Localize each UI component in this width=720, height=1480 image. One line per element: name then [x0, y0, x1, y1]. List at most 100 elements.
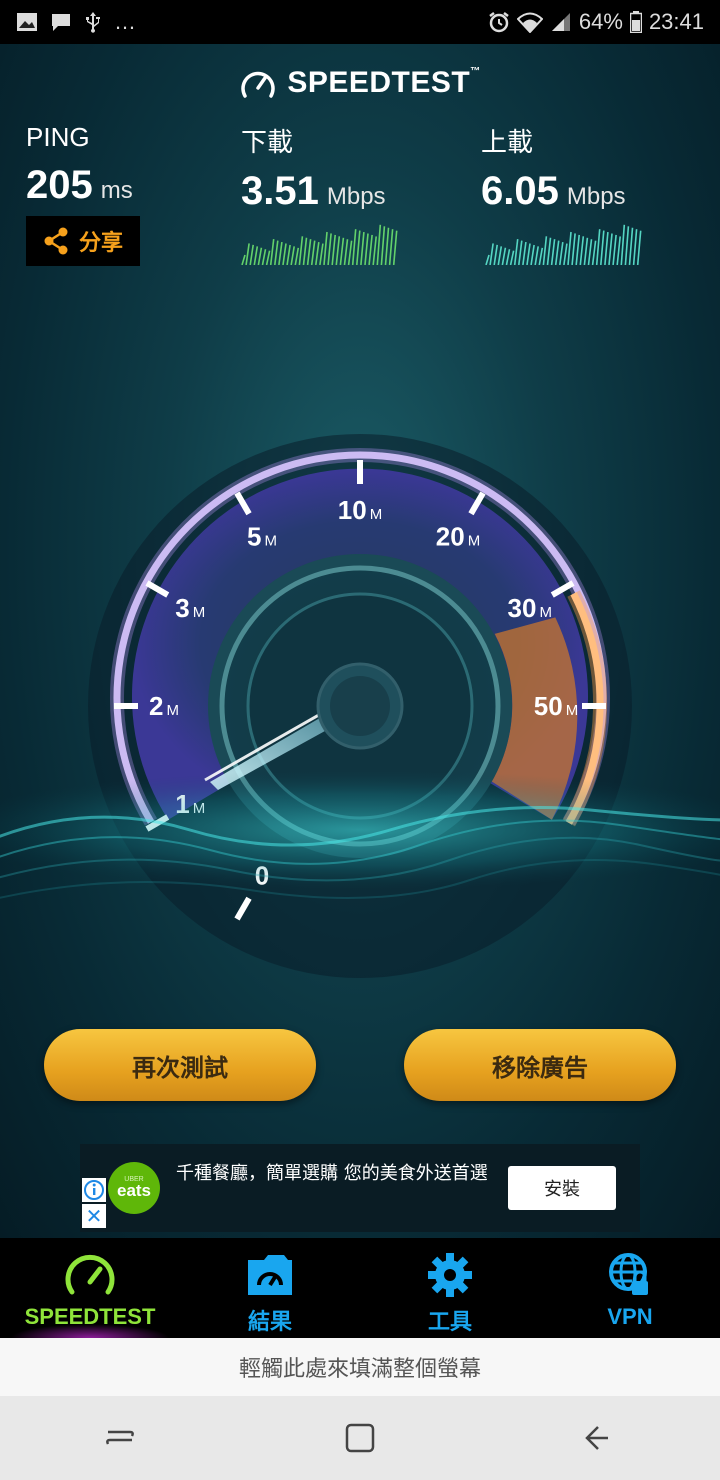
fullscreen-hint[interactable]: 輕觸此處來填滿整個螢幕: [0, 1338, 720, 1396]
sparkline-bar: [493, 244, 498, 265]
sparkline-bar: [364, 233, 369, 265]
sparkline-bar: [513, 239, 519, 265]
sparkline-bar: [310, 240, 316, 265]
sparkline-bar: [351, 229, 357, 265]
sparkline-bar: [392, 230, 398, 265]
back-icon[interactable]: [580, 1418, 620, 1458]
upload-label: 上載: [481, 127, 534, 157]
sparkline-bar: [380, 226, 386, 265]
ping-value: 205: [26, 163, 93, 207]
tab-speedtest[interactable]: SPEEDTEST: [0, 1238, 180, 1338]
ad-close-button[interactable]: ✕: [82, 1204, 106, 1228]
sparkline-bar: [282, 243, 287, 265]
sparkline-bar: [376, 224, 382, 265]
upload-value: 6.05: [481, 169, 559, 213]
home-icon[interactable]: [340, 1418, 380, 1458]
download-stat: 下載 3.51 Mbps: [241, 122, 386, 214]
ad-info-button[interactable]: [82, 1178, 106, 1202]
sparkline-bar: [509, 250, 515, 265]
sparkline-bar: [542, 236, 548, 265]
tab-vpn-label: VPN: [607, 1304, 653, 1329]
sparkline-bar: [636, 230, 642, 265]
sparkline-bar: [600, 230, 605, 265]
sparkline-bar: [526, 243, 531, 265]
sparkline-bar: [335, 236, 341, 265]
sparkline-bar: [550, 239, 556, 265]
ping-unit: ms: [100, 177, 133, 204]
ad-brand: eats: [116, 1180, 152, 1200]
sparkline-bar: [331, 234, 336, 265]
sparkline-bar: [579, 236, 585, 265]
sparkline-bar: [587, 239, 593, 265]
info-icon: [84, 1180, 104, 1200]
remove-ads-button[interactable]: 移除廣告: [404, 1029, 676, 1101]
alarm-icon: [489, 12, 509, 33]
sparkline-bar: [278, 241, 283, 265]
download-sparkline: [241, 224, 398, 265]
sparkline-bar: [538, 247, 544, 265]
ad-brand-logo: UBER eats: [108, 1162, 160, 1214]
speedometer-icon: [65, 1254, 115, 1295]
sparkline-bar: [294, 247, 300, 265]
download-label: 下載: [241, 127, 294, 157]
sparkline-bar: [571, 233, 576, 265]
tab-results[interactable]: 結果: [180, 1238, 360, 1338]
upload-unit: Mbps: [566, 183, 626, 210]
sparkline-bar: [327, 233, 332, 265]
sparkline-bar: [575, 234, 580, 265]
download-unit: Mbps: [326, 183, 386, 210]
sparkline-bar: [269, 239, 275, 265]
sparkline-bar: [546, 237, 552, 265]
sparkline-bar: [604, 231, 609, 265]
sparkline-bar: [583, 237, 589, 265]
recent-apps-icon[interactable]: [100, 1418, 140, 1458]
ping-stat: PING 205 ms: [26, 122, 133, 208]
retest-button[interactable]: 再次測試: [44, 1029, 316, 1101]
sparkline-bar: [591, 240, 597, 265]
results-icon: [248, 1255, 292, 1295]
tab-speedtest-label: SPEEDTEST: [24, 1304, 156, 1329]
sparkline-bar: [339, 237, 345, 265]
sparkline-bar: [360, 231, 365, 265]
tab-vpn[interactable]: VPN: [540, 1238, 720, 1338]
sparkline-bar: [485, 254, 490, 265]
sparkline-bar: [274, 240, 279, 265]
sparkline-bar: [632, 229, 638, 265]
ad-text: 千種餐廳，簡單選購 您的美食外送首選: [176, 1163, 488, 1184]
wifi-icon: [516, 12, 543, 33]
sparkline-bar: [315, 241, 320, 265]
sparkline-bar: [620, 224, 626, 265]
sparkline-bar: [249, 244, 254, 265]
more-notifications-indicator: …: [114, 9, 136, 34]
sparkline-bar: [489, 243, 494, 265]
sparkline-bar: [554, 240, 560, 265]
sparkline-bar: [306, 239, 312, 265]
gallery-notification-icon: [17, 13, 37, 31]
bottom-tab-bar: SPEEDTEST 結果 工具 VPN: [0, 1238, 720, 1338]
share-button[interactable]: 分享: [26, 216, 140, 266]
sparkline-bar: [368, 234, 373, 265]
sparkline-bar: [530, 244, 535, 265]
sparkline-bar: [559, 241, 564, 265]
sparkline-bar: [286, 244, 291, 265]
ad-banner[interactable]: ✕ UBER eats 千種餐廳，簡單選購 您的美食外送首選 安裝: [80, 1144, 640, 1232]
ad-install-button[interactable]: 安裝: [508, 1166, 616, 1210]
sparkline-bar: [505, 249, 511, 265]
upload-sparkline: [485, 224, 642, 265]
sparkline-bar: [298, 236, 304, 265]
sparkline-bar: [616, 236, 621, 265]
sparkline-bar: [356, 230, 361, 265]
trademark: ™: [470, 66, 481, 77]
share-icon: [44, 227, 68, 255]
sparkline-bar: [372, 236, 377, 265]
message-notification-icon: [52, 14, 70, 31]
sparkline-bar: [595, 229, 601, 265]
sparkline-bar: [563, 243, 568, 265]
logo-text: SPEEDTEST: [287, 66, 471, 99]
tab-tools[interactable]: 工具: [360, 1238, 540, 1338]
sparkline-bar: [257, 247, 263, 265]
gear-icon: [428, 1253, 472, 1297]
speedtest-logo: SPEEDTEST™: [0, 66, 720, 100]
upload-stat: 上載 6.05 Mbps: [481, 122, 626, 214]
speedtest-main: 01M2M3M5M10M20M30M50M SPEEDTEST™ PING 20…: [0, 44, 720, 1238]
